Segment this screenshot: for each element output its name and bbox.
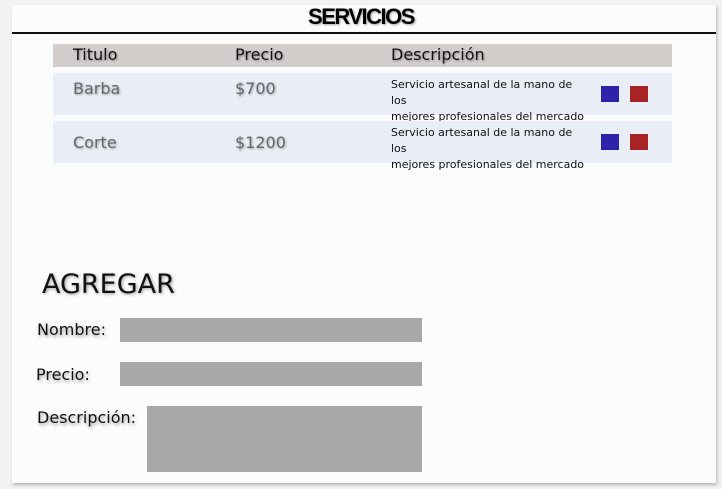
title-divider xyxy=(12,32,716,34)
precio-input[interactable] xyxy=(120,362,422,386)
table-row: Barba $700 Servicio artesanal de la mano… xyxy=(53,73,672,123)
row-precio: $700 xyxy=(235,79,276,98)
row-titulo: Corte xyxy=(73,133,117,152)
descripcion-textarea[interactable] xyxy=(147,406,422,472)
column-header-titulo: Titulo xyxy=(73,45,118,64)
delete-button[interactable] xyxy=(630,134,648,150)
row-titulo: Barba xyxy=(73,79,121,98)
row-descripcion: Servicio artesanal de la mano de los mej… xyxy=(391,77,591,125)
row-precio: $1200 xyxy=(235,133,286,152)
nombre-label: Nombre: xyxy=(37,320,106,339)
descripcion-label: Descripción: xyxy=(37,408,137,427)
edit-button[interactable] xyxy=(601,86,619,102)
form-title: AGREGAR xyxy=(42,269,175,300)
nombre-input[interactable] xyxy=(120,318,422,342)
row-descripcion-line: mejores profesionales del mercado xyxy=(391,158,585,171)
table-row: Corte $1200 Servicio artesanal de la man… xyxy=(53,121,672,171)
column-header-precio: Precio xyxy=(235,45,284,64)
column-header-descripcion: Descripción xyxy=(391,45,485,64)
row-descripcion-line: Servicio artesanal de la mano de los xyxy=(391,78,573,107)
delete-button[interactable] xyxy=(630,86,648,102)
row-descripcion: Servicio artesanal de la mano de los mej… xyxy=(391,125,591,173)
row-descripcion-line: Servicio artesanal de la mano de los xyxy=(391,126,573,155)
edit-button[interactable] xyxy=(601,134,619,150)
table-header: Titulo Precio Descripción xyxy=(53,44,672,67)
page-title: SERVICIOS xyxy=(308,4,415,29)
precio-label: Precio: xyxy=(36,365,90,384)
